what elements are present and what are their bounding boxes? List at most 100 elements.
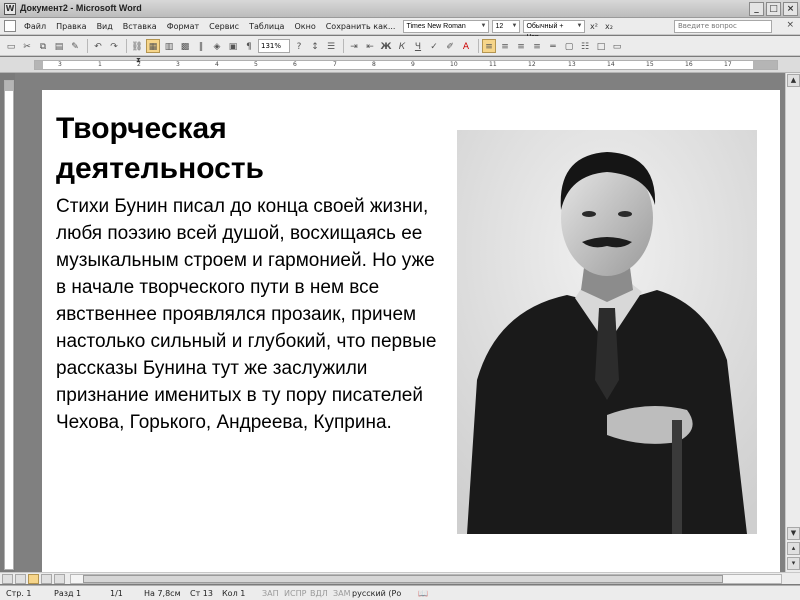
horizontal-scrollbar[interactable] — [70, 574, 782, 584]
scroll-down-icon[interactable]: ▼ — [787, 527, 800, 540]
document-map-icon[interactable]: ▣ — [226, 39, 240, 53]
status-column: Кол 1 — [222, 589, 246, 598]
shading-icon[interactable]: ▭ — [610, 39, 624, 53]
outside-border-icon[interactable]: □ — [594, 39, 608, 53]
toolbar-separator — [343, 38, 344, 53]
decrease-indent-icon[interactable]: ⇤ — [363, 39, 377, 53]
bullets-icon[interactable]: ☰ — [324, 39, 338, 53]
menu-edit[interactable]: Правка — [51, 22, 91, 31]
menu-file[interactable]: Файл — [19, 22, 51, 31]
close-button[interactable]: × — [783, 2, 798, 16]
author-portrait-photo[interactable] — [457, 130, 757, 534]
print-layout-view-icon[interactable] — [28, 573, 39, 584]
status-track-changes[interactable]: ИСПР — [284, 589, 306, 598]
align-right-icon[interactable]: ≡ — [514, 39, 528, 53]
ruler-tick-label: 12 — [528, 61, 536, 68]
document-page[interactable]: Творческая деятельность Стихи Бунин писа… — [42, 90, 780, 572]
menu-window[interactable]: Окно — [289, 22, 320, 31]
help-icon[interactable]: ? — [292, 39, 306, 53]
justify-icon[interactable]: ≡ — [530, 39, 544, 53]
line-spacing-icon[interactable]: ↕ — [308, 39, 322, 53]
toolbar-separator — [126, 38, 127, 53]
insert-table-icon[interactable]: ▥ — [162, 39, 176, 53]
superscript-icon[interactable]: x² — [587, 20, 600, 33]
document-heading[interactable]: Творческая деятельность — [56, 109, 356, 189]
chevron-down-icon: ▼ — [480, 22, 487, 29]
status-position: На 7,8см — [144, 589, 181, 598]
undo-icon[interactable]: ↶ — [91, 39, 105, 53]
outline-view-icon[interactable] — [41, 573, 52, 584]
paste-icon[interactable]: ▤ — [52, 39, 66, 53]
ruler-right-margin — [753, 61, 777, 69]
columns-icon[interactable]: ‖ — [194, 39, 208, 53]
font-name-select[interactable]: Times New Roman ▼ — [403, 19, 490, 33]
underline-icon[interactable]: Ч — [411, 39, 425, 53]
format-painter-icon[interactable]: ✎ — [68, 39, 82, 53]
italic-icon[interactable]: К — [395, 39, 409, 53]
spellcheck-status-icon[interactable]: 📖 — [418, 589, 428, 598]
tables-borders-icon[interactable]: ▦ — [146, 38, 160, 53]
menu-view[interactable]: Вид — [92, 22, 118, 31]
style-select[interactable]: Обычный + Чер ▼ — [523, 19, 586, 41]
status-page: Стр. 1 — [6, 589, 32, 598]
font-size-select[interactable]: 12 ▼ — [492, 19, 521, 33]
view-bar — [0, 572, 800, 584]
close-document-icon[interactable]: × — [786, 20, 794, 30]
spellcheck-icon[interactable]: ✓ — [427, 39, 441, 53]
ruler-tick-label: 11 — [489, 61, 497, 68]
vertical-ruler[interactable] — [4, 80, 14, 570]
next-page-icon[interactable]: ▾ — [787, 557, 800, 570]
font-color-icon[interactable]: A — [459, 39, 473, 53]
document-body-text[interactable]: Стихи Бунин писал до конца своей жизни, … — [56, 193, 446, 436]
status-overtype[interactable]: ЗАМ — [333, 589, 351, 598]
standard-toolbar: ▭ ✂ ⧉ ▤ ✎ ↶ ↷ ⛓ ▦ ▥ ▩ ‖ ◈ ▣ ¶ 131% ? ↕ ☰… — [0, 36, 800, 56]
status-section: Разд 1 — [54, 589, 82, 598]
document-icon[interactable] — [4, 20, 16, 32]
normal-view-icon[interactable] — [2, 573, 13, 584]
highlight-icon[interactable]: ✐ — [443, 39, 457, 53]
new-document-icon[interactable]: ▭ — [4, 39, 18, 53]
ruler-tick-label: 8 — [372, 61, 376, 68]
copy-icon[interactable]: ⧉ — [36, 39, 50, 53]
font-name-value: Times New Roman — [406, 22, 466, 30]
numbering-icon[interactable]: ☷ — [578, 39, 592, 53]
align-left-icon[interactable]: ≡ — [482, 38, 496, 53]
menu-insert[interactable]: Вставка — [118, 22, 162, 31]
horizontal-scroll-thumb[interactable] — [83, 575, 723, 583]
distributed-icon[interactable]: ═ — [546, 39, 560, 53]
ruler-tick-label: 4 — [215, 61, 219, 68]
chevron-down-icon: ▼ — [576, 22, 583, 29]
menu-table[interactable]: Таблица — [244, 22, 289, 31]
show-formatting-icon[interactable]: ¶ — [242, 39, 256, 53]
insert-excel-icon[interactable]: ▩ — [178, 39, 192, 53]
increase-indent-icon[interactable]: ⇥ — [347, 39, 361, 53]
maximize-button[interactable]: □ — [766, 2, 781, 16]
align-center-icon[interactable]: ≡ — [498, 39, 512, 53]
menu-format[interactable]: Формат — [162, 22, 204, 31]
hyperlink-icon[interactable]: ⛓ — [130, 39, 144, 53]
status-pages: 1/1 — [110, 589, 123, 598]
status-extend[interactable]: ВДЛ — [310, 589, 328, 598]
word-app-icon[interactable]: W — [4, 3, 16, 15]
minimize-button[interactable]: _ — [749, 2, 764, 16]
menu-tools[interactable]: Сервис — [204, 22, 244, 31]
web-view-icon[interactable] — [15, 573, 26, 584]
indent-marker-icon[interactable]: ⧗ — [136, 56, 141, 65]
reading-view-icon[interactable] — [54, 573, 65, 584]
help-search-input[interactable]: Введите вопрос — [674, 20, 772, 33]
bold-icon[interactable]: Ж — [379, 39, 393, 53]
menu-save-as[interactable]: Сохранить как... — [321, 22, 401, 31]
redo-icon[interactable]: ↷ — [107, 39, 121, 53]
status-bar: Стр. 1 Разд 1 1/1 На 7,8см Ст 13 Кол 1 З… — [0, 585, 800, 600]
drawing-icon[interactable]: ◈ — [210, 39, 224, 53]
subscript-icon[interactable]: x₂ — [602, 20, 615, 33]
cut-icon[interactable]: ✂ — [20, 39, 34, 53]
previous-page-icon[interactable]: ▴ — [787, 542, 800, 555]
scroll-up-icon[interactable]: ▲ — [787, 74, 800, 87]
horizontal-ruler[interactable]: 3 1 2 3 4 5 6 7 8 9 10 11 12 13 14 15 16 17 — [34, 60, 778, 70]
status-record[interactable]: ЗАП — [262, 589, 279, 598]
vertical-scrollbar[interactable]: ▲ ▼ ▴ ▾ — [785, 73, 800, 572]
zoom-select[interactable]: 131% — [258, 38, 290, 53]
status-language[interactable]: русский (Ро — [352, 589, 401, 598]
borders-icon[interactable]: ▢ — [562, 39, 576, 53]
